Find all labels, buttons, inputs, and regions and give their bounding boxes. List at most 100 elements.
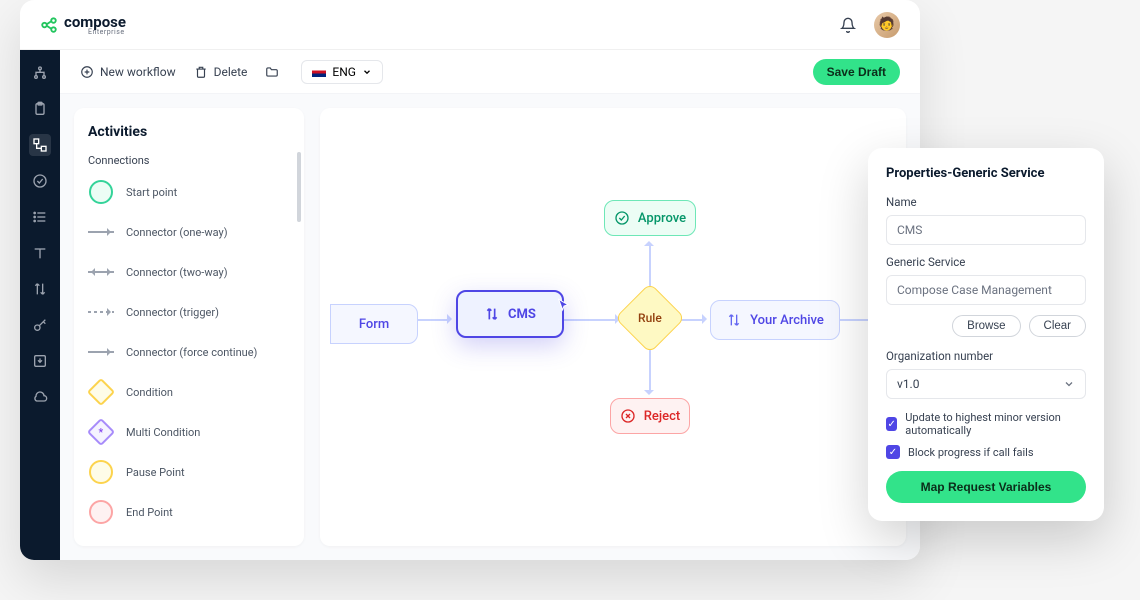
app-window: compose Enterprise 🧑 New workflow [20,0,920,560]
activity-label: Connector (one-way) [126,226,228,239]
flag-uk-icon [312,67,326,77]
node-label: CMS [508,307,536,322]
checkbox-checked-icon: ✓ [886,417,897,431]
arrow-two-way-icon [88,271,114,273]
nav-arrange-icon[interactable] [29,134,51,156]
activity-connector-force[interactable]: Connector (force continue) [88,339,290,365]
name-input[interactable] [886,215,1086,245]
activity-connector-one-way[interactable]: Connector (one-way) [88,219,290,245]
activities-panel: Activities Connections Start point Conne… [74,108,304,546]
delete-button[interactable]: Delete [194,65,248,79]
icon-sidebar [20,50,60,560]
folder-button[interactable] [265,65,279,79]
nav-list-icon[interactable] [29,206,51,228]
properties-panel: Properties-Generic Service Name Generic … [868,148,1104,521]
activity-end-point[interactable]: End Point [88,499,290,525]
node-label: Form [359,317,389,332]
activities-title: Activities [88,124,290,140]
notifications-icon[interactable] [840,17,856,33]
activity-connector-trigger[interactable]: Connector (trigger) [88,299,290,325]
node-archive[interactable]: Your Archive [710,300,840,340]
logo-subtitle: Enterprise [88,28,126,36]
node-approve[interactable]: Approve [604,200,696,236]
workflow-canvas[interactable]: Form CMS Approve Rule Reject [320,108,906,546]
arrow-one-way-icon [88,231,114,233]
checkbox-label: Update to highest minor version automati… [905,411,1086,437]
browse-button[interactable]: Browse [952,315,1020,337]
org-number-select[interactable]: v1.0 [886,369,1086,399]
node-reject[interactable]: Reject [610,398,690,434]
checkbox-checked-icon: ✓ [886,445,900,459]
language-label: ENG [332,65,356,79]
delete-label: Delete [214,65,248,79]
activity-label: Start point [126,186,177,199]
activity-start-point[interactable]: Start point [88,179,290,205]
pause-point-icon [89,460,113,484]
nav-text-icon[interactable] [29,242,51,264]
nav-workflow-icon[interactable] [29,62,51,84]
node-label: Approve [638,211,686,226]
node-label: Your Archive [750,313,824,328]
avatar[interactable]: 🧑 [874,12,900,38]
logo: compose Enterprise [40,13,126,36]
activity-multi-condition[interactable]: * Multi Condition [88,419,290,445]
plus-circle-icon [80,65,94,79]
language-select[interactable]: ENG [301,60,383,84]
logo-icon [40,16,58,34]
activity-condition[interactable]: Condition [88,379,290,405]
save-draft-button[interactable]: Save Draft [813,59,900,85]
node-cms[interactable]: CMS [456,290,564,338]
org-number-value: v1.0 [897,377,919,391]
map-request-button[interactable]: Map Request Variables [886,471,1086,503]
node-rule[interactable]: Rule [615,283,686,354]
nav-clipboard-icon[interactable] [29,98,51,120]
service-label: Generic Service [886,255,1086,269]
folder-icon [265,65,279,79]
activity-label: Multi Condition [126,426,200,439]
chevron-down-icon [1063,378,1075,390]
diamond-multi-icon: * [87,418,115,446]
activity-label: End Point [126,506,173,519]
service-input[interactable] [886,275,1086,305]
start-point-icon [89,180,113,204]
nav-key-icon[interactable] [29,314,51,336]
nav-check-icon[interactable] [29,170,51,192]
checkbox-label: Block progress if call fails [908,446,1034,459]
node-form[interactable]: Form [330,304,418,344]
main-area: New workflow Delete ENG Save Draft [60,50,920,560]
chevron-down-icon [362,67,372,77]
activity-label: Connector (two-way) [126,266,228,279]
nav-sort-icon[interactable] [29,278,51,300]
activity-label: Connector (force continue) [126,346,257,359]
activity-label: Connector (trigger) [126,306,219,319]
diamond-condition-icon [87,378,115,406]
new-workflow-button[interactable]: New workflow [80,65,176,79]
swap-icon [726,312,742,328]
checkbox-update-minor[interactable]: ✓ Update to highest minor version automa… [886,411,1086,437]
connections-label: Connections [88,154,290,167]
nav-download-icon[interactable] [29,350,51,372]
name-label: Name [886,195,1086,209]
swap-icon [484,306,500,322]
activity-connector-two-way[interactable]: Connector (two-way) [88,259,290,285]
clear-button[interactable]: Clear [1029,315,1086,337]
content-row: Activities Connections Start point Conne… [60,94,920,560]
body: New workflow Delete ENG Save Draft [20,50,920,560]
node-label: Reject [644,409,681,424]
toolbar: New workflow Delete ENG Save Draft [60,50,920,94]
arrow-trigger-icon [88,311,114,313]
org-number-label: Organization number [886,349,1086,363]
nav-cloud-icon[interactable] [29,386,51,408]
checkbox-block-progress[interactable]: ✓ Block progress if call fails [886,445,1086,459]
activity-label: Condition [126,386,173,399]
activity-label: Pause Point [126,466,185,479]
check-circle-icon [614,210,630,226]
end-point-icon [89,500,113,524]
properties-title: Properties-Generic Service [886,166,1086,181]
trash-icon [194,65,208,79]
topbar: compose Enterprise 🧑 [20,0,920,50]
node-label: Rule [638,311,662,325]
activity-pause-point[interactable]: Pause Point [88,459,290,485]
new-workflow-label: New workflow [100,65,176,79]
x-circle-icon [620,408,636,424]
